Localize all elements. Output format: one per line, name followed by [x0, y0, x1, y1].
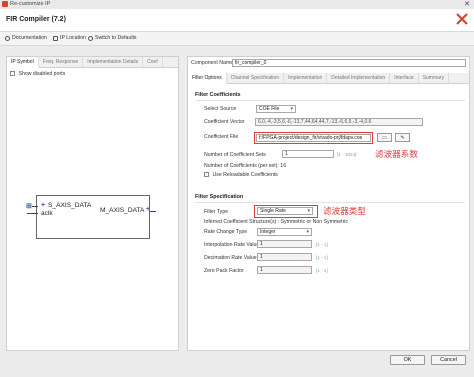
edit-file-button[interactable]: ✎ [395, 133, 410, 142]
cancel-button[interactable]: Cancel [431, 355, 466, 365]
tab-filter-options[interactable]: Filter Options [188, 73, 227, 84]
xilinx-logo-icon [456, 13, 468, 25]
reloadable-checkbox[interactable] [204, 172, 209, 178]
select-source-label: Select Source [204, 106, 237, 112]
decimation-rate-input[interactable]: 1 [257, 253, 312, 261]
toolbar: Documentation IP Location Switch to Defa… [0, 32, 474, 46]
s-axis-port-label: S_AXIS_DATA [48, 202, 92, 209]
s-axis-expand-icon[interactable]: + [41, 202, 45, 209]
m-axis-pin [150, 211, 156, 212]
ip-symbol-panel: IP Symbol Freq. Response Implementation … [6, 56, 179, 351]
section-divider [195, 100, 465, 101]
inferred-structure-text: Inferred Coefficient Structure(s) : Symm… [204, 219, 349, 225]
coefficient-vector-label: Coefficient Vector [204, 119, 245, 125]
zero-pack-factor-range: [1 - 1] [316, 268, 328, 273]
refresh-icon [88, 35, 93, 41]
switch-defaults-button[interactable]: Switch to Defaults [88, 35, 137, 41]
num-coefficients-per-set: Number of Coefficients (per set): 16 [204, 163, 287, 169]
reloadable-label: Use Reloadable Coefficients [212, 172, 278, 178]
show-disabled-checkbox[interactable] [10, 71, 15, 77]
documentation-button[interactable]: Documentation [5, 35, 47, 41]
edit-icon: ✎ [400, 134, 405, 141]
tab-detailed-implementation[interactable]: Detailed Implementation [327, 73, 391, 83]
m-axis-port-label: M_AXIS_DATA [100, 207, 145, 214]
dialog-header: FIR Compiler (7.2) [0, 9, 474, 32]
filter-type-label: Filter Type [204, 209, 229, 215]
coefficient-file-label: Coefficient File [204, 134, 239, 140]
window-title: Re-customize IP [10, 1, 51, 7]
decimation-rate-label: Decimation Rate Value [204, 255, 257, 261]
tab-coef[interactable]: Coef [143, 57, 163, 67]
documentation-icon [5, 35, 10, 41]
show-disabled-ports[interactable]: Show disabled ports [10, 71, 65, 77]
s-axis-pin [32, 206, 38, 207]
tab-implementation-details[interactable]: Implementation Details [83, 57, 144, 67]
interpolation-rate-input[interactable]: 1 [257, 240, 312, 248]
ip-location-button[interactable]: IP Location [53, 35, 86, 41]
rate-change-type-label: Rate Change Type [204, 229, 248, 235]
s-axis-bus-icon: ⊞ [26, 203, 32, 210]
app-logo-icon [2, 1, 8, 7]
num-coefficient-sets-label: Number of Coefficient Sets [204, 152, 266, 158]
show-disabled-label: Show disabled ports [18, 71, 66, 77]
filter-specification-heading: Filter Specification [195, 194, 244, 200]
component-name-input[interactable]: fir_compiler_0 [232, 59, 466, 67]
coefficient-annotation: 滤波器系数 [375, 149, 418, 159]
tab-implementation[interactable]: Implementation [284, 73, 328, 83]
tab-ip-symbol[interactable]: IP Symbol [7, 57, 39, 68]
ok-button[interactable]: OK [390, 355, 425, 365]
filter-type-annotation: 滤波器类型 [323, 206, 366, 216]
switch-defaults-label: Switch to Defaults [95, 35, 137, 41]
browse-file-button[interactable]: ▭ [377, 133, 392, 142]
num-coefficient-sets-range: [1 - 1024] [337, 152, 357, 157]
ip-location-label: IP Location [60, 35, 86, 41]
section-divider [195, 202, 465, 203]
select-source-dropdown[interactable]: COE File [256, 105, 296, 113]
rate-change-type-dropdown[interactable]: Integer [257, 228, 312, 236]
reloadable-coefficients[interactable]: Use Reloadable Coefficients [204, 172, 278, 178]
num-coefficient-sets-input[interactable]: 1 [282, 150, 334, 158]
close-icon[interactable]: ✕ [464, 0, 470, 8]
tab-channel-specification[interactable]: Channel Specification [227, 73, 285, 83]
zero-pack-factor-label: Zero Pack Factor [204, 268, 244, 274]
tab-interface[interactable]: Interface [390, 73, 419, 83]
coefficient-file-input[interactable]: f:/FPGA-project/design_fir/vivado-prj/fd… [256, 134, 371, 142]
tab-summary[interactable]: Summary [419, 73, 450, 83]
zero-pack-factor-input[interactable]: 1 [257, 266, 312, 274]
tab-freq-response[interactable]: Freq. Response [39, 57, 84, 67]
dialog-title: FIR Compiler (7.2) [6, 16, 66, 23]
config-panel: Component Name fir_compiler_0 Filter Opt… [187, 56, 470, 351]
decimation-rate-range: [1 - 1] [316, 255, 328, 260]
left-tabs: IP Symbol Freq. Response Implementation … [7, 57, 178, 68]
aclk-port-label: aclk [41, 210, 53, 217]
aclk-pin [27, 213, 38, 214]
right-tabs: Filter Options Channel Specification Imp… [188, 73, 469, 84]
filter-coefficients-heading: Filter Coefficients [195, 92, 241, 98]
coefficient-vector-input[interactable]: 6,0,-4,-3,5,6,-6,-13,7,44,64,44,7,-13,-6… [255, 118, 423, 126]
interpolation-rate-label: Interpolation Rate Value [204, 242, 260, 248]
interpolation-rate-range: [1 - 1] [316, 242, 328, 247]
folder-icon [53, 35, 58, 41]
documentation-label: Documentation [12, 35, 47, 41]
filter-type-dropdown[interactable]: Single Rate [257, 207, 313, 215]
folder-open-icon: ▭ [382, 134, 387, 141]
component-name-label: Component Name [191, 60, 234, 66]
